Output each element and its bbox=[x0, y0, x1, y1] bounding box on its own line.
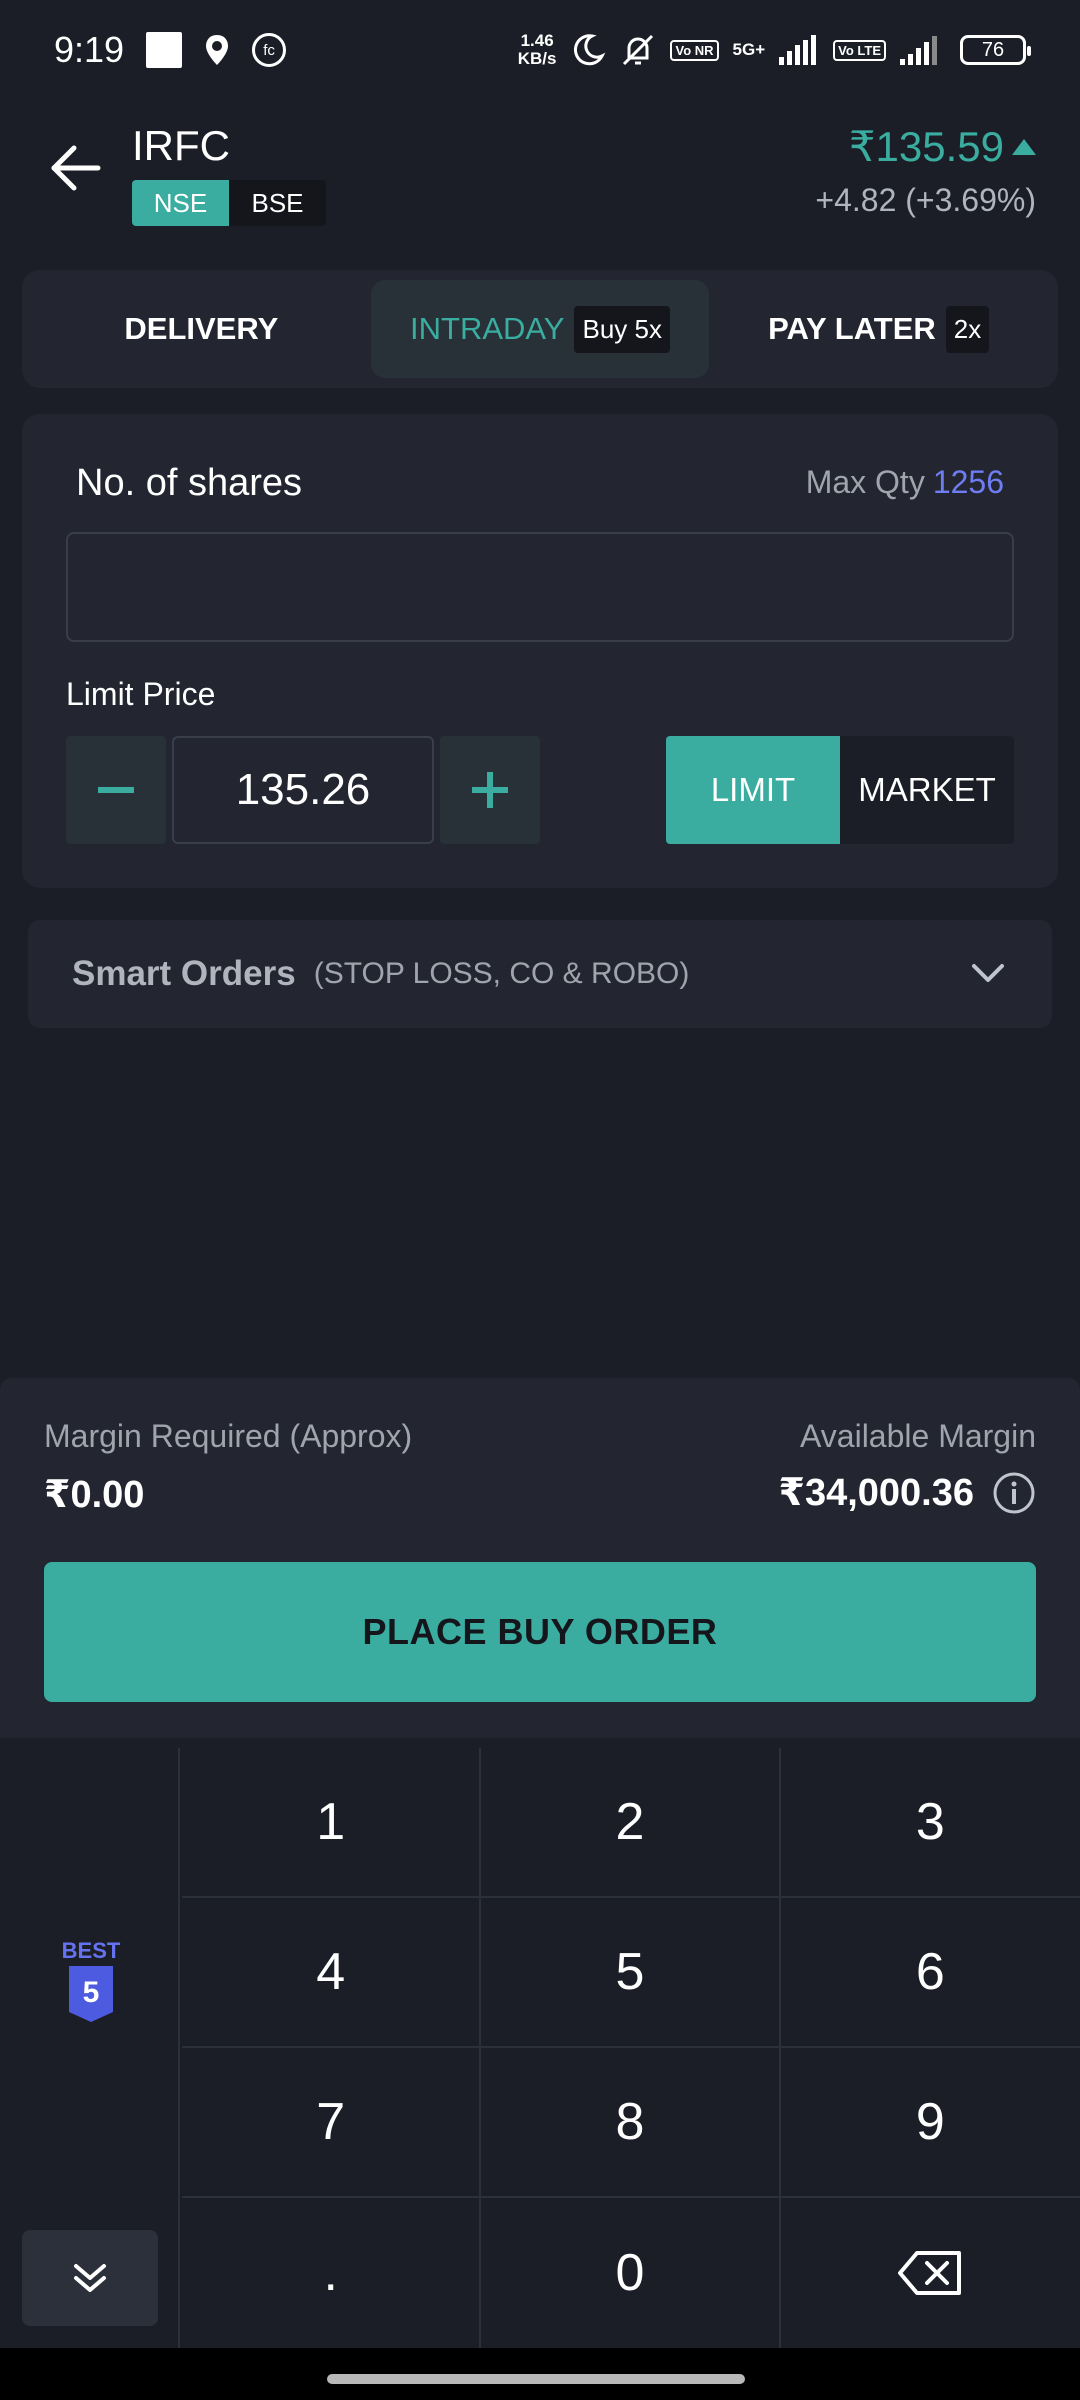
stock-symbol: IRFC bbox=[132, 122, 230, 169]
limit-button[interactable]: LIMIT bbox=[666, 736, 840, 844]
tab-intraday[interactable]: INTRADAY Buy 5x bbox=[370, 280, 710, 378]
tab-delivery[interactable]: DELIVERY bbox=[32, 280, 371, 378]
collapse-keypad-button[interactable] bbox=[22, 2230, 158, 2326]
increase-price-button[interactable] bbox=[440, 736, 540, 844]
order-type-toggle: LIMIT MARKET bbox=[666, 736, 1014, 844]
tab-nse[interactable]: NSE bbox=[132, 180, 229, 226]
header: IRFC NSE BSE ₹135.59 +4.82 (+3.69%) bbox=[0, 100, 1080, 245]
key-2[interactable]: 2 bbox=[481, 1748, 781, 1898]
decrease-price-button[interactable] bbox=[66, 736, 166, 844]
status-bar: 9:19 fc 1.46 KB/s Vo NR 5G+ Vo LTE 76 bbox=[0, 0, 1080, 100]
price-stepper: 135.26 bbox=[66, 736, 540, 844]
key-3[interactable]: 3 bbox=[780, 1748, 1080, 1898]
best-five-button[interactable]: BEST 5 bbox=[56, 1938, 126, 2029]
chevron-down-icon bbox=[972, 964, 1004, 982]
moon-icon bbox=[574, 34, 606, 66]
smart-orders-title: Smart Orders bbox=[72, 954, 296, 993]
exchange-tabs: NSE BSE bbox=[132, 180, 326, 226]
back-arrow-icon[interactable] bbox=[48, 140, 104, 196]
price-up-icon bbox=[1012, 138, 1036, 155]
max-quantity: Max Qty 1256 bbox=[805, 464, 1004, 500]
network-type: 5G+ bbox=[732, 40, 766, 59]
volte-icon: Vo LTE bbox=[833, 39, 886, 61]
key-9[interactable]: 9 bbox=[780, 2048, 1080, 2198]
system-nav-bar bbox=[0, 2348, 1080, 2400]
smart-orders-accordion[interactable]: Smart Orders (STOP LOSS, CO & ROBO) bbox=[28, 920, 1052, 1028]
net-speed: 1.46 KB/s bbox=[517, 31, 557, 68]
chevrons-down-icon bbox=[74, 2264, 106, 2292]
quantity-input[interactable] bbox=[66, 532, 1014, 642]
freecharge-icon: fc bbox=[252, 33, 287, 67]
battery-icon: 76 bbox=[960, 35, 1031, 65]
quantity-label: No. of shares bbox=[76, 462, 302, 504]
notification-app-icon bbox=[146, 32, 183, 68]
backspace-key[interactable] bbox=[781, 2198, 1080, 2348]
vonr-icon: Vo NR bbox=[670, 39, 719, 61]
plus-icon bbox=[472, 772, 508, 808]
limit-price-label: Limit Price bbox=[66, 676, 216, 712]
last-traded-price: ₹135.59 bbox=[849, 122, 1036, 171]
minus-icon bbox=[98, 787, 134, 793]
info-icon[interactable] bbox=[992, 1471, 1036, 1515]
smart-orders-subtitle: (STOP LOSS, CO & ROBO) bbox=[313, 957, 690, 990]
place-buy-order-button[interactable]: PLACE BUY ORDER bbox=[44, 1562, 1036, 1702]
available-margin-label: Available Margin bbox=[800, 1418, 1036, 1454]
key-6[interactable]: 6 bbox=[780, 1898, 1080, 2048]
swiggy-icon bbox=[206, 35, 229, 65]
margin-required-value: ₹0.00 bbox=[44, 1474, 145, 1516]
key-5[interactable]: 5 bbox=[481, 1898, 781, 2048]
key-4[interactable]: 4 bbox=[182, 1898, 482, 2048]
bell-muted-icon bbox=[623, 34, 654, 66]
market-button[interactable]: MARKET bbox=[840, 736, 1014, 844]
best-five-value: 5 bbox=[83, 1976, 100, 2009]
signal-icon bbox=[779, 35, 817, 65]
margin-panel: Margin Required (Approx) ₹0.00 Available… bbox=[0, 1378, 1080, 1738]
tab-bse[interactable]: BSE bbox=[229, 180, 326, 226]
home-indicator[interactable] bbox=[327, 2374, 745, 2384]
margin-required-label: Margin Required (Approx) bbox=[44, 1418, 413, 1454]
keypad-keys: 1 2 3 4 5 6 7 8 9 . 0 bbox=[182, 1748, 1080, 2348]
best-five-icon: 5 bbox=[69, 1966, 113, 2022]
available-margin: ₹34,000.36 bbox=[779, 1470, 1037, 1515]
leverage-badge: Buy 5x bbox=[574, 305, 670, 353]
key-0[interactable]: 0 bbox=[481, 2198, 781, 2348]
backspace-icon bbox=[898, 2251, 962, 2295]
tab-pay-later[interactable]: PAY LATER 2x bbox=[709, 280, 1048, 378]
signal-2-icon bbox=[900, 36, 937, 65]
order-form-card: No. of shares Max Qty 1256 Limit Price 13… bbox=[22, 414, 1058, 888]
price-input[interactable]: 135.26 bbox=[172, 736, 434, 844]
keypad-side-column: BEST 5 bbox=[0, 1748, 180, 2348]
key-8[interactable]: 8 bbox=[481, 2048, 781, 2198]
available-margin-value: ₹34,000.36 bbox=[778, 1472, 975, 1514]
numeric-keypad: BEST 5 1 2 3 4 5 6 7 8 9 . 0 bbox=[0, 1748, 1080, 2348]
product-type-tabs: DELIVERY INTRADAY Buy 5x PAY LATER 2x bbox=[22, 270, 1058, 388]
key-1[interactable]: 1 bbox=[182, 1748, 482, 1898]
key-7[interactable]: 7 bbox=[182, 2048, 482, 2198]
leverage-badge: 2x bbox=[945, 305, 990, 353]
key-decimal[interactable]: . bbox=[182, 2198, 482, 2348]
price-change: +4.82 (+3.69%) bbox=[815, 182, 1036, 218]
status-time: 9:19 bbox=[54, 29, 125, 70]
